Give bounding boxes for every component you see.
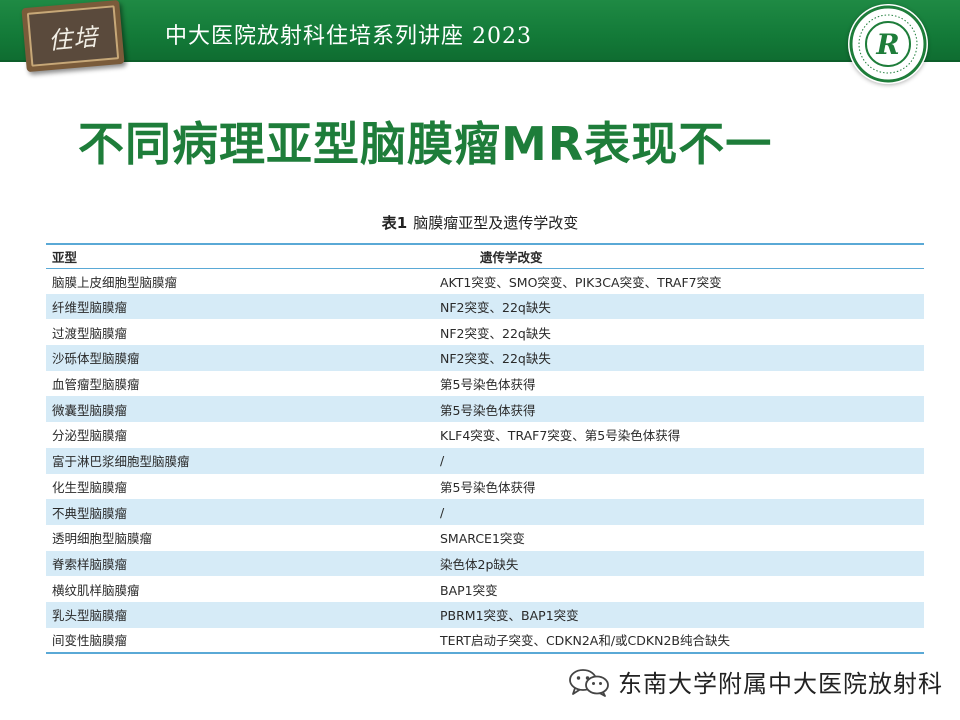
genetics-cell: TERT启动子突变、CDKN2A和/或CDKN2B纯合缺失 [440,633,730,649]
table-row: 不典型脑膜瘤 / [46,499,924,525]
genetics-cell: NF2突变、22q缺失 [432,293,924,320]
slide-title: 不同病理亚型脑膜瘤MR表现不一 [78,117,773,171]
hospital-logo: R [848,4,928,84]
subtype-table: 亚型 遗传学改变 脑膜上皮细胞型脑膜瘤 AKT1突变、SMO突变、PIK3CA突变… [46,243,924,655]
table-row: 脊索样脑膜瘤 染色体2p缺失 [46,550,924,577]
badge-text: 住培 [47,22,100,55]
table-row: 沙砾体型脑膜瘤 NF2突变、22q缺失 [46,345,924,371]
table-row: 过渡型脑膜瘤 NF2突变、22q缺失 [46,319,924,345]
subtype-cell: 分泌型脑膜瘤 [52,428,128,444]
genetics-cell: NF2突变、22q缺失 [440,325,551,341]
genetics-cell: KLF4突变、TRAF7突变、第5号染色体获得 [440,428,681,444]
subtype-cell: 透明细胞型脑膜瘤 [52,531,153,547]
subtype-cell: 血管瘤型脑膜瘤 [52,377,140,393]
table-caption: 表1 脑膜瘤亚型及遗传学改变 [0,212,960,233]
table-row: 间变性脑膜瘤 TERT启动子突变、CDKN2A和/或CDKN2B纯合缺失 [46,628,924,654]
table-row: 脑膜上皮细胞型脑膜瘤 AKT1突变、SMO突变、PIK3CA突变、TRAF7突变 [46,268,924,294]
table-row: 横纹肌样脑膜瘤 BAP1突变 [46,576,924,602]
table-row: 富于淋巴浆细胞型脑膜瘤 / [46,447,924,474]
table-row: 血管瘤型脑膜瘤 第5号染色体获得 [46,371,924,397]
subtype-cell: 脊索样脑膜瘤 [46,550,432,577]
genetics-cell: PBRM1突变、BAP1突变 [432,601,924,628]
table-row: 分泌型脑膜瘤 KLF4突变、TRAF7突变、第5号染色体获得 [46,422,924,448]
table-row: 微囊型脑膜瘤 第5号染色体获得 [46,396,924,423]
genetics-cell: NF2突变、22q缺失 [432,345,924,371]
header-title: 中大医院放射科住培系列讲座 2023 [165,24,532,49]
subtype-cell: 富于淋巴浆细胞型脑膜瘤 [46,447,432,474]
subtype-cell: 化生型脑膜瘤 [52,479,128,495]
subtype-cell: 脑膜上皮细胞型脑膜瘤 [52,274,178,290]
table-header-row: 亚型 遗传学改变 [46,244,924,269]
genetics-cell: 第5号染色体获得 [432,396,924,423]
table-row: 纤维型脑膜瘤 NF2突变、22q缺失 [46,293,924,320]
table-row: 化生型脑膜瘤 第5号染色体获得 [46,474,924,500]
genetics-cell: / [432,447,924,474]
header-bar: 住培 中大医院放射科住培系列讲座 2023 [0,0,960,73]
subtype-cell: 间变性脑膜瘤 [52,633,128,649]
subtype-cell: 不典型脑膜瘤 [46,499,432,525]
subtype-cell: 微囊型脑膜瘤 [46,396,432,423]
table-caption-label: 表1 [381,214,408,232]
table-row: 透明细胞型脑膜瘤 SMARCE1突变 [46,525,924,551]
subtype-cell: 过渡型脑膜瘤 [52,325,128,341]
genetics-cell: / [432,499,924,525]
genetics-cell: SMARCE1突变 [440,531,525,547]
subtype-cell: 纤维型脑膜瘤 [46,293,432,320]
genetics-cell: BAP1突变 [440,582,498,598]
residency-badge: 住培 [21,0,125,73]
subtype-cell: 乳头型脑膜瘤 [46,601,432,628]
logo-letter: R [875,28,899,61]
hospital-logo-icon: R [849,5,927,83]
table-row: 乳头型脑膜瘤 PBRM1突变、BAP1突变 [46,601,924,628]
genetics-cell: 染色体2p缺失 [432,550,924,577]
genetics-cell: 第5号染色体获得 [440,479,536,495]
genetics-cell: AKT1突变、SMO突变、PIK3CA突变、TRAF7突变 [440,274,722,290]
footer-text: 东南大学附属中大医院放射科 [618,670,943,698]
wechat-icon [569,668,609,697]
genetics-cell: 第5号染色体获得 [440,377,536,393]
footer-watermark: 东南大学附属中大医院放射科 [566,664,943,699]
subtype-cell: 沙砾体型脑膜瘤 [46,345,432,371]
table-caption-text: 脑膜瘤亚型及遗传学改变 [413,214,579,232]
subtype-cell: 横纹肌样脑膜瘤 [52,582,140,598]
column-header-genetics: 遗传学改变 [432,244,924,269]
column-header-subtype: 亚型 [46,244,432,269]
